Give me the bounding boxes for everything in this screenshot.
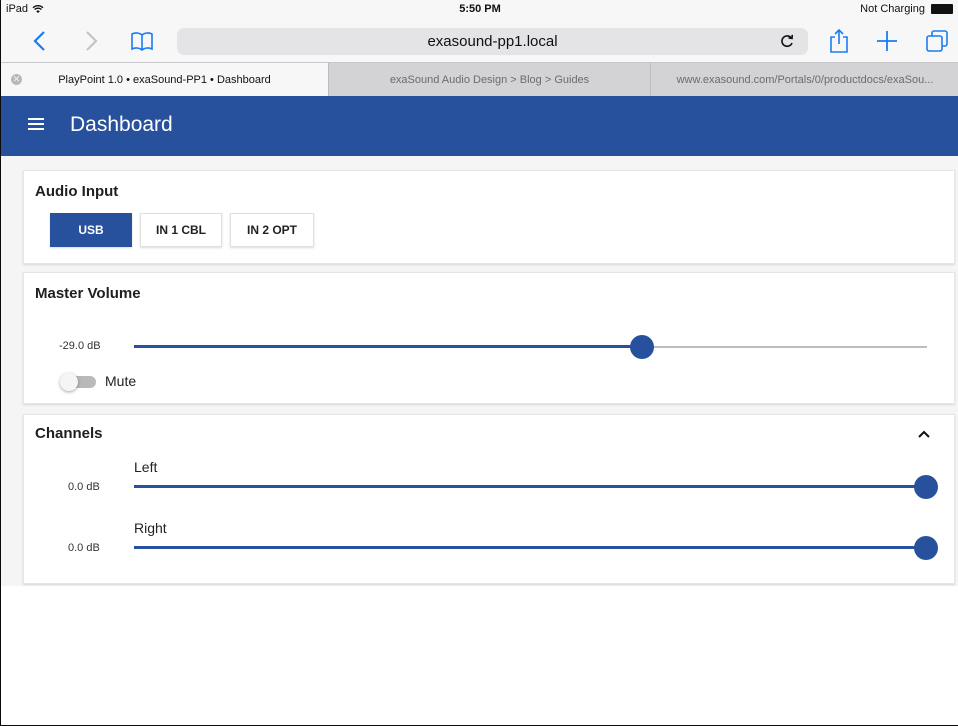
screen: iPad 5:50 PM Not Charging exasound-pp1.l… <box>0 0 958 726</box>
status-bar: iPad 5:50 PM Not Charging <box>1 0 958 20</box>
status-time: 5:50 PM <box>459 3 501 15</box>
input-opt-button[interactable]: IN 2 OPT <box>230 213 314 247</box>
channels-card: Channels Left 0.0 dB Right 0.0 dB <box>23 414 955 584</box>
mute-toggle[interactable] <box>60 373 96 391</box>
slider-fill <box>134 485 926 488</box>
app-bar: Dashboard <box>1 96 958 156</box>
input-cbl-button[interactable]: IN 1 CBL <box>140 213 222 247</box>
slider-thumb[interactable] <box>914 536 938 560</box>
battery-icon <box>931 4 953 14</box>
battery-text: Not Charging <box>860 3 925 15</box>
channel-right-slider[interactable] <box>134 536 938 560</box>
master-volume-card: Master Volume -29.0 dB Mute <box>23 272 955 404</box>
slider-thumb[interactable] <box>914 475 938 499</box>
chevron-up-icon[interactable] <box>917 427 931 441</box>
slider-fill <box>134 345 642 348</box>
audio-input-title: Audio Input <box>35 183 119 200</box>
url-text: exasound-pp1.local <box>427 33 558 50</box>
menu-icon[interactable] <box>28 118 44 132</box>
channel-left-name: Left <box>134 459 158 475</box>
share-button[interactable] <box>824 26 854 56</box>
page-title: Dashboard <box>70 113 173 136</box>
tab-productdocs[interactable]: www.exasound.com/Portals/0/productdocs/e… <box>650 63 958 96</box>
channels-title: Channels <box>35 425 103 442</box>
channel-right-value: 0.0 dB <box>68 542 100 554</box>
slider-fill <box>134 546 926 549</box>
main-content: Audio Input USB IN 1 CBL IN 2 OPT Master… <box>1 156 958 725</box>
forward-button[interactable] <box>76 26 106 56</box>
browser-toolbar: exasound-pp1.local <box>1 20 958 62</box>
chevron-left-icon <box>33 31 45 51</box>
share-icon <box>830 28 848 53</box>
plus-icon <box>877 31 897 51</box>
toggle-knob[interactable] <box>60 373 78 391</box>
tab-blog-guides[interactable]: exaSound Audio Design > Blog > Guides <box>328 63 650 96</box>
browser-tabs: ✕ PlayPoint 1.0 • exaSound-PP1 • Dashboa… <box>1 62 958 96</box>
close-tab-icon[interactable]: ✕ <box>11 74 22 85</box>
channel-right-name: Right <box>134 520 167 536</box>
content-empty-area <box>1 586 958 725</box>
reload-icon[interactable] <box>778 32 796 50</box>
tab-label: exaSound Audio Design > Blog > Guides <box>389 73 590 86</box>
tabs-overview-button[interactable] <box>922 26 952 56</box>
tabs-icon <box>926 30 948 52</box>
new-tab-button[interactable] <box>872 26 902 56</box>
chevron-right-icon <box>86 31 98 51</box>
master-volume-slider[interactable] <box>134 335 927 359</box>
back-button[interactable] <box>25 26 55 56</box>
tab-dashboard[interactable]: ✕ PlayPoint 1.0 • exaSound-PP1 • Dashboa… <box>1 63 328 96</box>
tab-label: www.exasound.com/Portals/0/productdocs/e… <box>676 73 934 86</box>
master-volume-value: -29.0 dB <box>59 340 101 352</box>
tab-label: PlayPoint 1.0 • exaSound-PP1 • Dashboard <box>58 73 271 86</box>
input-usb-button[interactable]: USB <box>50 213 132 247</box>
master-volume-title: Master Volume <box>35 285 141 302</box>
audio-input-card: Audio Input USB IN 1 CBL IN 2 OPT <box>23 170 955 264</box>
bookmarks-button[interactable] <box>127 26 157 56</box>
mute-label: Mute <box>105 373 137 389</box>
book-icon <box>131 32 153 51</box>
channel-left-slider[interactable] <box>134 475 938 499</box>
slider-thumb[interactable] <box>629 335 654 359</box>
address-bar[interactable]: exasound-pp1.local <box>177 28 808 55</box>
channel-left-value: 0.0 dB <box>68 481 100 493</box>
status-right: Not Charging <box>860 3 953 15</box>
